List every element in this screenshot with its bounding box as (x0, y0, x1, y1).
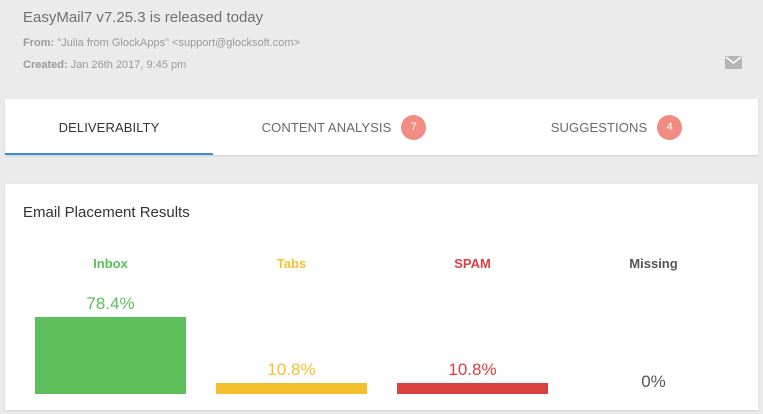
spam-label: SPAM (454, 256, 491, 271)
missing-label: Missing (629, 256, 678, 271)
tab-suggestions[interactable]: SUGGESTIONS 4 (475, 99, 758, 155)
from-label: From: (23, 37, 55, 49)
tab-deliverability[interactable]: DELIVERABILTY (5, 99, 213, 155)
tabs-label: Tabs (276, 256, 307, 271)
inbox-percent: 78.4% (86, 294, 135, 313)
email-header: EasyMail7 v7.25.3 is released today From… (0, 0, 763, 92)
inbox-column: Inbox 78.4% (35, 184, 186, 410)
email-from: From: "Julia from GlockApps" <support@gl… (23, 37, 300, 49)
tabs-percent: 10.8% (267, 360, 316, 379)
inbox-label: Inbox (93, 256, 128, 271)
tab-badge: 4 (657, 114, 683, 140)
envelope-icon[interactable] (725, 56, 742, 69)
email-subject: EasyMail7 v7.25.3 is released today (23, 9, 264, 26)
tabs-column: Tabs 10.8% (216, 184, 367, 410)
placement-results-panel: Email Placement Results Inbox 78.4% Tabs… (5, 184, 758, 410)
tabs-bar (216, 383, 367, 394)
missing-column: Missing 0% (578, 184, 729, 410)
results-tabs: DELIVERABILTY CONTENT ANALYSIS 7 SUGGEST… (5, 99, 758, 155)
created-label: Created: (23, 59, 68, 71)
missing-percent: 0% (641, 372, 666, 391)
tab-label: CONTENT ANALYSIS (261, 119, 392, 135)
email-created: Created: Jan 26th 2017, 9:45 pm (23, 59, 186, 71)
created-value: Jan 26th 2017, 9:45 pm (70, 59, 187, 71)
spam-column: SPAM 10.8% (397, 184, 548, 410)
active-tab-indicator (5, 153, 213, 155)
tab-label: DELIVERABILTY (58, 119, 160, 135)
tab-badge: 7 (401, 114, 427, 140)
spam-bar (397, 383, 548, 394)
from-value: "Julia from GlockApps" <support@glocksof… (57, 37, 300, 49)
spam-percent: 10.8% (448, 360, 497, 379)
tab-label: SUGGESTIONS (550, 119, 648, 135)
inbox-bar (35, 317, 186, 394)
tab-content-analysis[interactable]: CONTENT ANALYSIS 7 (213, 99, 475, 155)
